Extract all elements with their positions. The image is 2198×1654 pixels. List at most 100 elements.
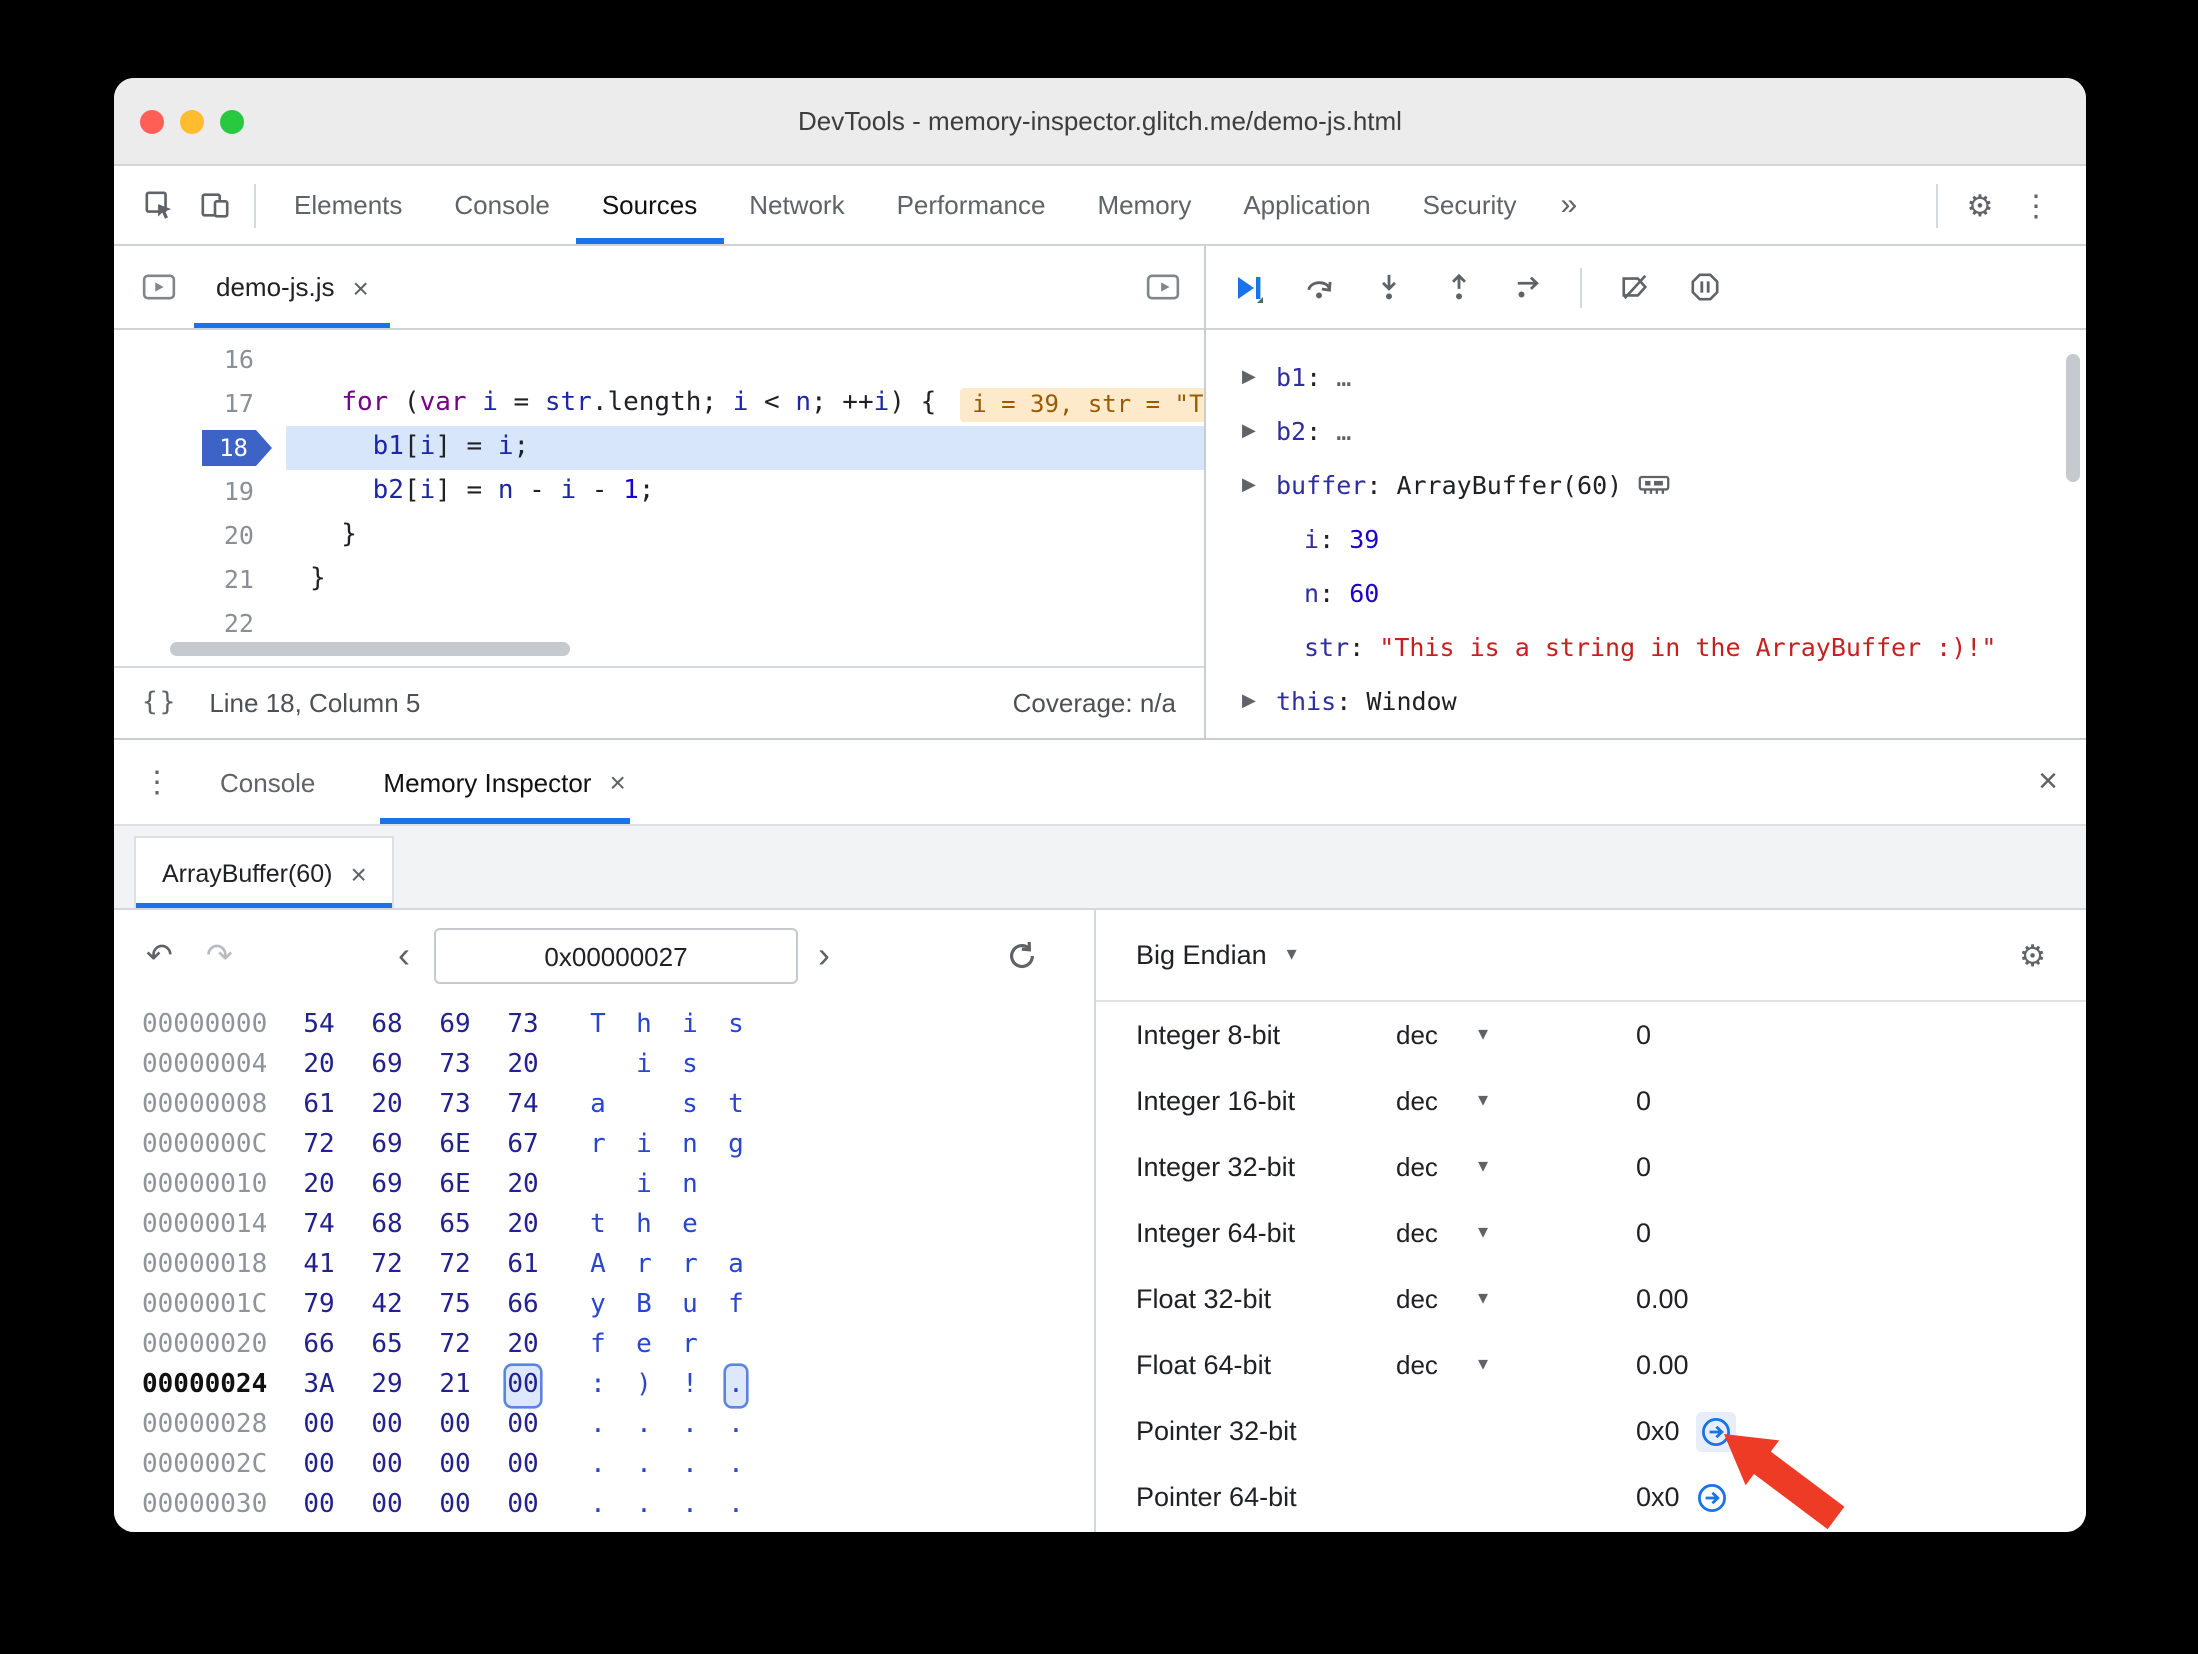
- hex-byte[interactable]: 69: [438, 1006, 472, 1046]
- scope-entry-str[interactable]: str: "This is a string in the ArrayBuffe…: [1206, 620, 2086, 674]
- ascii-char[interactable]: .: [680, 1486, 700, 1526]
- ascii-char[interactable]: s: [680, 1086, 700, 1126]
- hex-byte[interactable]: 00: [438, 1406, 472, 1446]
- hex-byte[interactable]: 20: [506, 1206, 540, 1246]
- ascii-char[interactable]: h: [634, 1006, 654, 1046]
- hex-byte[interactable]: 20: [506, 1326, 540, 1366]
- ascii-char[interactable]: [726, 1326, 746, 1366]
- address-input[interactable]: [434, 928, 798, 984]
- history-forward-icon[interactable]: ↷: [206, 936, 233, 976]
- format-select[interactable]: dec: [1396, 1086, 1438, 1116]
- toggle-sidebar-icon[interactable]: [1146, 274, 1188, 300]
- format-select[interactable]: dec: [1396, 1020, 1438, 1050]
- hex-byte[interactable]: 61: [302, 1086, 336, 1126]
- tab-application[interactable]: Application: [1217, 166, 1396, 244]
- hex-byte[interactable]: 29: [370, 1366, 404, 1406]
- resume-script-icon[interactable]: [1230, 269, 1266, 305]
- ascii-char[interactable]: :: [588, 1366, 608, 1406]
- ascii-char[interactable]: i: [634, 1126, 654, 1166]
- hex-byte[interactable]: 20: [302, 1166, 336, 1206]
- hex-byte[interactable]: 73: [438, 1046, 472, 1086]
- ascii-char[interactable]: i: [680, 1006, 700, 1046]
- hex-byte[interactable]: 00: [506, 1366, 540, 1406]
- format-select[interactable]: dec: [1396, 1284, 1438, 1314]
- tab-console[interactable]: Console: [428, 166, 575, 244]
- ascii-char[interactable]: [726, 1046, 746, 1086]
- ascii-char[interactable]: g: [726, 1126, 746, 1166]
- scope-entry-buffer[interactable]: ▶ buffer: ArrayBuffer(60): [1206, 458, 2086, 512]
- line-number[interactable]: 21: [114, 558, 286, 602]
- ascii-char[interactable]: t: [588, 1206, 608, 1246]
- ascii-char[interactable]: .: [726, 1406, 746, 1446]
- format-select[interactable]: dec: [1396, 1218, 1438, 1248]
- scope-entry-i[interactable]: i: 39: [1206, 512, 2086, 566]
- hex-byte[interactable]: 00: [302, 1406, 336, 1446]
- inspect-icon[interactable]: [130, 177, 186, 233]
- tab-performance[interactable]: Performance: [871, 166, 1072, 244]
- tab-security[interactable]: Security: [1397, 166, 1543, 244]
- ascii-char[interactable]: r: [588, 1126, 608, 1166]
- hex-byte[interactable]: 73: [438, 1086, 472, 1126]
- hex-byte[interactable]: 00: [370, 1486, 404, 1526]
- hex-byte[interactable]: 72: [438, 1326, 472, 1366]
- hex-byte[interactable]: 00: [302, 1446, 336, 1486]
- scope-entry-this[interactable]: ▶ this: Window: [1206, 674, 2086, 728]
- expand-arrow-icon[interactable]: ▶: [1242, 475, 1268, 495]
- ascii-char[interactable]: r: [680, 1246, 700, 1286]
- ascii-char[interactable]: T: [588, 1006, 608, 1046]
- scope-entry-b1[interactable]: ▶ b1: …: [1206, 350, 2086, 404]
- line-number[interactable]: 16: [114, 338, 286, 382]
- tab-sources[interactable]: Sources: [576, 166, 723, 244]
- hex-byte[interactable]: 20: [506, 1046, 540, 1086]
- ascii-char[interactable]: .: [634, 1446, 654, 1486]
- ascii-char[interactable]: .: [680, 1446, 700, 1486]
- hex-byte[interactable]: 74: [302, 1206, 336, 1246]
- ascii-char[interactable]: s: [680, 1046, 700, 1086]
- ascii-char[interactable]: A: [588, 1246, 608, 1286]
- hex-byte[interactable]: 21: [438, 1366, 472, 1406]
- tab-memory[interactable]: Memory: [1071, 166, 1217, 244]
- hex-byte[interactable]: 00: [370, 1446, 404, 1486]
- close-drawer-icon[interactable]: ×: [2038, 762, 2058, 802]
- hex-byte[interactable]: 00: [302, 1486, 336, 1526]
- hex-byte[interactable]: 67: [506, 1126, 540, 1166]
- hex-byte[interactable]: 6E: [438, 1166, 472, 1206]
- hex-byte[interactable]: 79: [302, 1286, 336, 1326]
- code-editor[interactable]: 16 17 for (var i = str. length; i < n; ++ i…: [114, 330, 1204, 666]
- history-back-icon[interactable]: ↶: [146, 936, 173, 976]
- ascii-char[interactable]: ): [634, 1366, 654, 1406]
- hex-byte[interactable]: 20: [302, 1046, 336, 1086]
- hex-byte[interactable]: 69: [370, 1046, 404, 1086]
- endianness-select[interactable]: Big Endian: [1136, 940, 1267, 970]
- hex-byte[interactable]: 41: [302, 1246, 336, 1286]
- hex-byte[interactable]: 00: [506, 1446, 540, 1486]
- ascii-char[interactable]: a: [588, 1086, 608, 1126]
- close-buffer-tab-icon[interactable]: ×: [350, 857, 366, 889]
- ascii-char[interactable]: h: [634, 1206, 654, 1246]
- interpreter-settings-gear-icon[interactable]: ⚙: [2019, 937, 2046, 973]
- ascii-char[interactable]: B: [634, 1286, 654, 1326]
- ascii-char[interactable]: y: [588, 1286, 608, 1326]
- format-select[interactable]: dec: [1396, 1350, 1438, 1380]
- ascii-char[interactable]: n: [680, 1166, 700, 1206]
- memory-icon[interactable]: [1638, 474, 1670, 496]
- tab-arraybuffer[interactable]: ArrayBuffer(60) ×: [134, 836, 395, 908]
- hex-byte[interactable]: 68: [370, 1206, 404, 1246]
- ascii-char[interactable]: .: [588, 1486, 608, 1526]
- settings-gear-icon[interactable]: ⚙: [1954, 187, 2006, 223]
- hex-byte[interactable]: 54: [302, 1006, 336, 1046]
- more-tabs-icon[interactable]: »: [1543, 188, 1596, 222]
- close-file-tab-icon[interactable]: ×: [353, 271, 369, 303]
- format-select[interactable]: dec: [1396, 1152, 1438, 1182]
- hex-byte[interactable]: 73: [506, 1006, 540, 1046]
- ascii-char[interactable]: r: [680, 1326, 700, 1366]
- deactivate-breakpoints-icon[interactable]: [1616, 269, 1652, 305]
- ascii-char[interactable]: .: [680, 1406, 700, 1446]
- hex-byte[interactable]: 65: [370, 1326, 404, 1366]
- line-number[interactable]: 17: [114, 382, 286, 426]
- hex-byte[interactable]: 3A: [302, 1366, 336, 1406]
- hex-byte[interactable]: 69: [370, 1166, 404, 1206]
- ascii-char[interactable]: [726, 1206, 746, 1246]
- hex-byte[interactable]: 74: [506, 1086, 540, 1126]
- hex-byte[interactable]: 00: [438, 1446, 472, 1486]
